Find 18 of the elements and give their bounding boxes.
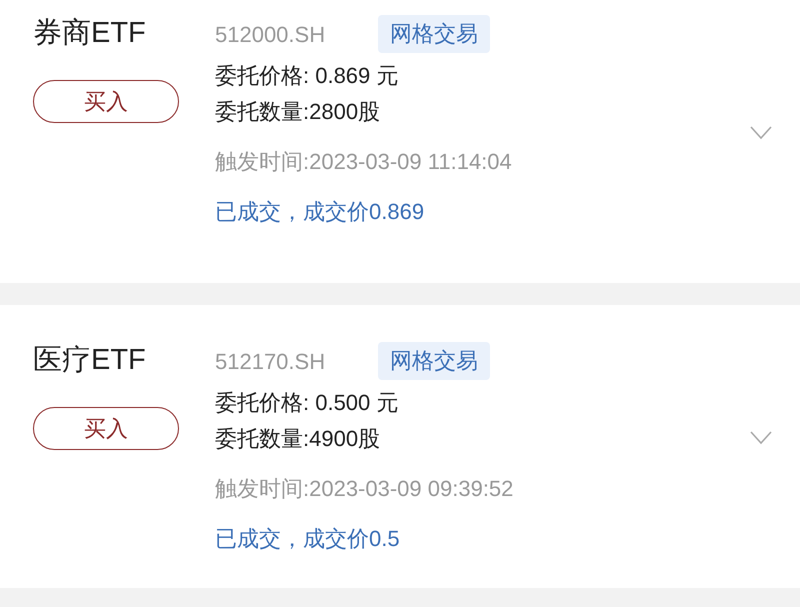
fund-code: 512000.SH <box>215 20 326 48</box>
strategy-tag: 网格交易 <box>378 342 490 380</box>
fund-name: 医疗ETF <box>33 343 147 378</box>
order-price: 委托价格: 0.869 元 <box>215 62 400 90</box>
order-quantity: 委托数量:2800股 <box>215 98 382 126</box>
fund-code: 512170.SH <box>215 348 326 376</box>
trigger-time: 触发时间:2023-03-09 11:14:04 <box>215 148 512 176</box>
chevron-icon[interactable] <box>750 126 772 140</box>
buy-button[interactable]: 买入 <box>33 407 179 450</box>
order-price: 委托价格: 0.500 元 <box>215 389 400 417</box>
order-status: 已成交，成交价0.5 <box>215 525 401 553</box>
buy-button[interactable]: 买入 <box>33 80 179 123</box>
fund-name: 券商ETF <box>33 16 147 52</box>
order-quantity: 委托数量:4900股 <box>215 425 382 453</box>
order-status: 已成交，成交价0.869 <box>215 198 426 226</box>
strategy-tag: 网格交易 <box>378 15 490 53</box>
chevron-icon[interactable] <box>750 431 772 445</box>
trigger-time: 触发时间:2023-03-09 09:39:52 <box>215 475 514 503</box>
